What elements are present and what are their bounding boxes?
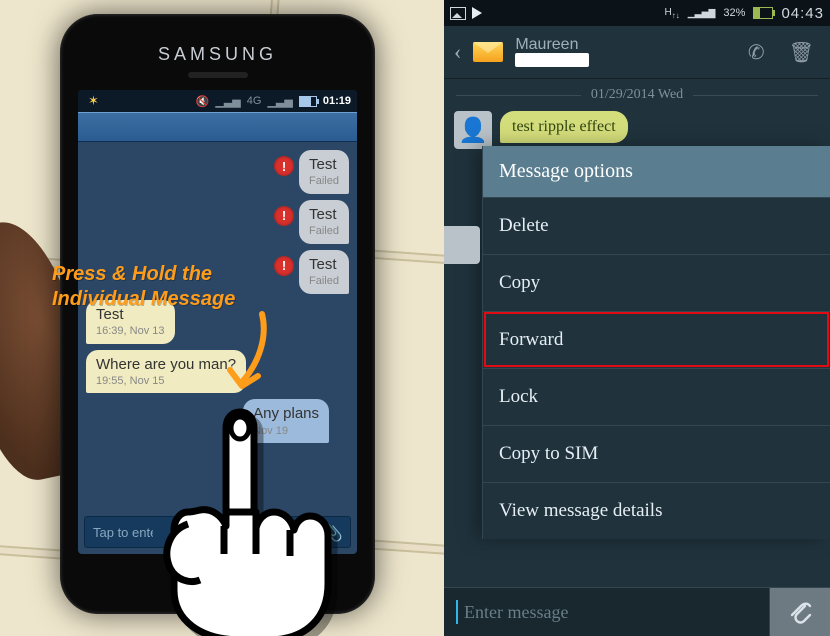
device-brand: SAMSUNG xyxy=(60,44,375,65)
failed-icon: ! xyxy=(274,206,294,226)
notification-icon: ✶ xyxy=(88,93,99,109)
dialog-title: Message options xyxy=(483,146,830,197)
message-time: 16:39, Nov 13 xyxy=(96,325,165,338)
status-time: 04:43 xyxy=(781,5,824,22)
network-type-icon: H↑↓ xyxy=(665,7,680,20)
thread-titlebar xyxy=(78,112,357,142)
failed-icon: ! xyxy=(274,256,294,276)
dialog-item-view-details[interactable]: View message details xyxy=(483,482,830,539)
signal-icon-2: ▁▃▅ xyxy=(267,95,292,108)
signal-icon: ▁▃▅ xyxy=(215,95,240,108)
outgoing-message[interactable]: ! Test Failed xyxy=(86,200,349,244)
message-status: Failed xyxy=(309,275,339,288)
battery-percent: 32% xyxy=(723,7,745,19)
message-input[interactable]: Enter message xyxy=(444,588,770,636)
battery-icon xyxy=(299,96,317,107)
compose-placeholder: Enter message xyxy=(464,602,568,623)
status-bar: H↑↓ ▁▃▅▇ 32% 04:43 xyxy=(444,0,830,26)
dialog-item-copy-to-sim[interactable]: Copy to SIM xyxy=(483,425,830,482)
mute-icon: 🔇 xyxy=(196,95,210,108)
message-status: Failed xyxy=(309,175,339,188)
tutorial-photo-panel: SAMSUNG ✶ 🔇 ▁▃▅ 4G ▁▃▅ 01:19 ! xyxy=(0,0,444,636)
call-button[interactable]: ✆ xyxy=(742,40,771,65)
earpiece xyxy=(188,72,248,78)
status-bar: ✶ 🔇 ▁▃▅ 4G ▁▃▅ 01:19 xyxy=(78,90,357,112)
annotation-text: Press & Hold the Individual Message xyxy=(52,262,235,312)
delete-thread-button[interactable]: 🗑 xyxy=(783,40,820,65)
conversation-header: ‹ Maureen ✆ 🗑 xyxy=(444,26,830,79)
message-text: Test xyxy=(309,206,339,223)
attach-button[interactable] xyxy=(770,588,830,636)
date-divider: 01/29/2014 Wed xyxy=(444,79,830,107)
status-time: 01:19 xyxy=(323,95,351,107)
dialog-item-lock[interactable]: Lock xyxy=(483,368,830,425)
paperclip-icon xyxy=(788,599,812,625)
contact-number-redacted xyxy=(515,53,589,67)
message-options-screenshot: H↑↓ ▁▃▅▇ 32% 04:43 ‹ Maureen ✆ 🗑 01/29/2… xyxy=(444,0,830,636)
back-button[interactable]: ‹ xyxy=(454,39,461,65)
compose-bar: Enter message xyxy=(444,587,830,636)
contact-avatar-icon: 👤 xyxy=(454,111,492,149)
dialog-item-forward[interactable]: Forward xyxy=(483,311,830,368)
message-app-icon xyxy=(473,42,503,62)
text-cursor xyxy=(456,600,458,624)
message-status: Failed xyxy=(309,225,339,238)
dialog-item-delete[interactable]: Delete xyxy=(483,197,830,254)
outgoing-message[interactable]: ! Test Failed xyxy=(86,150,349,194)
data-icon: 4G xyxy=(247,95,262,107)
contact-name: Maureen xyxy=(515,37,589,54)
annotation-arrow-icon xyxy=(214,308,294,408)
contact-avatar-icon xyxy=(444,226,480,264)
screenshot-notification-icon xyxy=(450,7,466,20)
message-text: Test xyxy=(309,256,339,273)
battery-icon xyxy=(753,7,773,19)
message-options-dialog: Message options Delete Copy Forward Lock… xyxy=(482,146,830,539)
failed-icon: ! xyxy=(274,156,294,176)
peek-message-bubble: test ripple effect xyxy=(500,111,628,143)
play-notification-icon xyxy=(472,7,482,19)
signal-icon: ▁▃▅▇ xyxy=(688,8,716,19)
pointing-hand-icon xyxy=(140,394,360,636)
dialog-item-copy[interactable]: Copy xyxy=(483,254,830,311)
message-text: Test xyxy=(309,156,339,173)
